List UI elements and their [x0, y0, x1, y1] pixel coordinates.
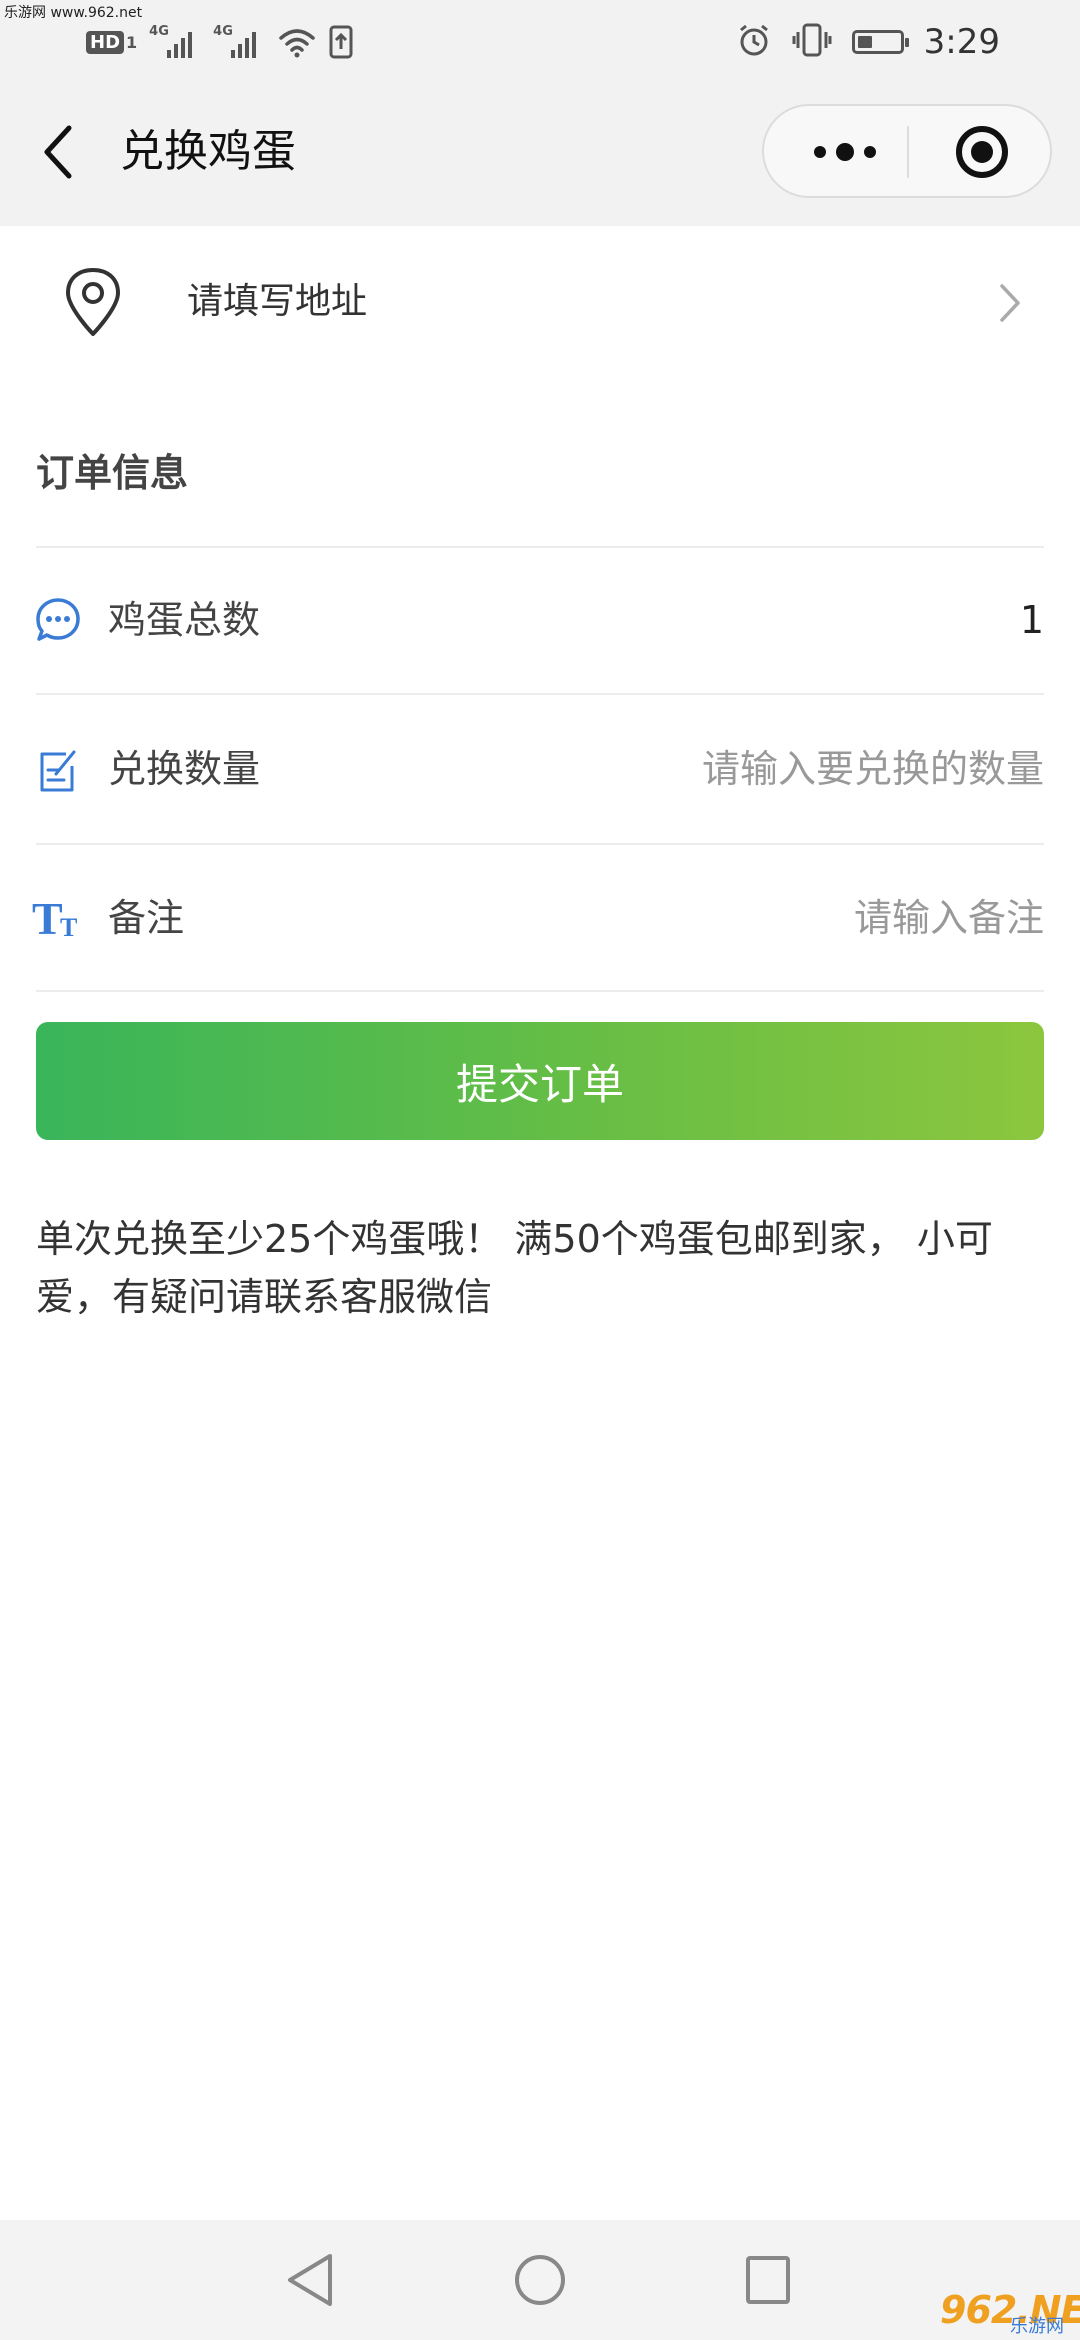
network-type-label: 4G	[149, 24, 169, 39]
watermark-text: 乐游网 www.962.net	[4, 5, 143, 21]
alarm-icon	[736, 22, 772, 62]
signal-icon: 4G	[149, 24, 201, 60]
svg-text:T: T	[60, 913, 77, 942]
hd-sub-label: 1	[126, 32, 138, 52]
edit-note-icon	[32, 744, 84, 796]
exchange-notice: 单次兑换至少25个鸡蛋哦！ 满50个鸡蛋包邮到家， 小可爱，有疑问请联系客服微信	[36, 1217, 993, 1319]
svg-text:T: T	[32, 894, 63, 942]
remark-input[interactable]: 请输入备注	[854, 891, 1044, 945]
status-bar-left: HD 1 4G 4G	[86, 22, 353, 62]
divider	[36, 693, 1044, 695]
hd-icon: HD	[86, 30, 125, 54]
divider	[36, 843, 1044, 845]
remark-label: 备注	[108, 896, 185, 940]
capsule-divider	[907, 126, 909, 178]
more-dots-icon[interactable]	[800, 126, 890, 178]
nav-home-icon[interactable]	[512, 2250, 568, 2310]
location-pin-icon	[60, 266, 126, 338]
wifi-icon	[277, 26, 317, 58]
nav-recent-icon[interactable]	[744, 2252, 792, 2308]
target-circle-icon[interactable]	[950, 124, 1014, 180]
chat-bubble-icon	[32, 594, 84, 646]
chevron-right-icon[interactable]	[992, 280, 1026, 326]
page-title: 兑换鸡蛋	[120, 126, 296, 177]
signal-icon: 4G	[213, 24, 265, 60]
submit-order-button[interactable]: 提交订单	[36, 1022, 1044, 1140]
status-time: 3:29	[923, 22, 1000, 62]
status-bar-right: 3:29	[736, 20, 1000, 64]
site-logo: 962.NET 乐游网	[940, 2288, 1080, 2337]
upload-icon	[329, 25, 353, 59]
section-title-order-info: 订单信息	[36, 451, 189, 495]
chevron-left-icon[interactable]	[36, 120, 80, 184]
divider	[36, 546, 1044, 548]
battery-icon	[851, 30, 909, 54]
nav-back-icon[interactable]	[282, 2250, 340, 2310]
egg-total-value: 1	[1019, 598, 1044, 642]
network-type-label: 4G	[213, 24, 233, 39]
battery-fill	[857, 36, 872, 48]
exchange-quantity-label: 兑换数量	[108, 747, 261, 791]
address-placeholder[interactable]: 请填写地址	[187, 276, 367, 328]
divider	[36, 990, 1044, 992]
egg-total-label: 鸡蛋总数	[108, 598, 261, 642]
logo-sub-text: 乐游网	[1010, 2316, 1064, 2337]
address-row[interactable]	[0, 226, 1080, 386]
exchange-quantity-input[interactable]: 请输入要兑换的数量	[702, 742, 1044, 796]
vibrate-icon	[792, 22, 832, 62]
text-size-icon: T T	[32, 892, 84, 944]
